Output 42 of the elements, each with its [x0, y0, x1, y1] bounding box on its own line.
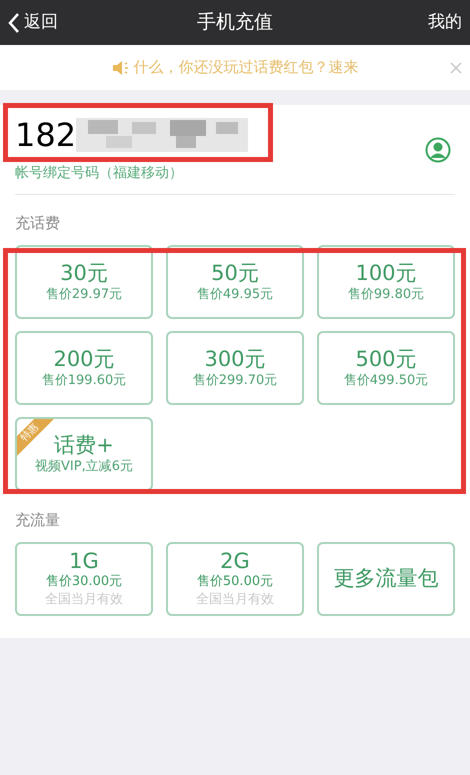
tile-amount: 100元: [355, 260, 417, 286]
amount-tile[interactable]: 500元 售价499.50元: [317, 331, 455, 405]
tile-price: 售价49.95元: [196, 286, 274, 304]
amount-tile[interactable]: 100元 售价99.80元: [317, 245, 455, 319]
tile-amount: 500元: [355, 346, 417, 372]
amount-tile[interactable]: 300元 售价299.70元: [166, 331, 304, 405]
section-heading: 充话费: [15, 214, 60, 232]
tile-note: 全国当月有效: [196, 591, 274, 608]
section-heading: 充流量: [15, 510, 61, 531]
tile-amount: 300元: [204, 346, 266, 372]
amount-tile[interactable]: 200元 售价199.60元: [15, 331, 153, 405]
notice-text: 什么，你还没玩过话费红包？速来: [134, 57, 358, 78]
tile-price: 售价30.00元: [46, 573, 122, 591]
tile-amount: 200元: [53, 346, 115, 372]
tile-price: 视频VIP,立减6元: [35, 458, 133, 476]
tile-price: 售价29.97元: [46, 286, 122, 304]
amount-tile[interactable]: 50元 售价49.95元: [166, 245, 304, 319]
tile-amount: 话费+: [54, 432, 114, 458]
amount-tile[interactable]: 特惠 话费+ 视频VIP,立减6元: [15, 417, 153, 491]
tile-price: 售价299.70元: [192, 372, 278, 390]
close-icon[interactable]: [450, 62, 462, 74]
tile-price: 售价50.00元: [196, 573, 274, 591]
tile-note: 全国当月有效: [45, 591, 123, 608]
phone-number-field[interactable]: 182: [15, 115, 76, 155]
tile-price: 售价199.60元: [42, 372, 126, 390]
data-package-tile[interactable]: 2G 售价50.00元 全国当月有效: [166, 542, 304, 616]
speaker-icon: [112, 60, 130, 74]
back-chevron-icon: [8, 12, 20, 34]
tile-amount: 50元: [211, 260, 259, 286]
page-title: 手机充值: [197, 10, 273, 36]
more-packages-tile[interactable]: 更多流量包: [317, 542, 455, 616]
data-package-tile[interactable]: 1G 售价30.00元 全国当月有效: [15, 542, 153, 616]
tile-amount: 1G: [69, 549, 99, 573]
back-button[interactable]: 返回: [8, 10, 58, 36]
amount-tile[interactable]: 30元 售价29.97元: [15, 245, 153, 319]
tile-amount: 2G: [220, 549, 250, 573]
tile-amount: 30元: [60, 260, 108, 286]
account-caption: 帐号绑定号码（福建移动）: [15, 164, 184, 183]
contact-icon[interactable]: [425, 136, 451, 162]
tile-price: 售价99.80元: [348, 286, 424, 304]
mine-link[interactable]: 我的: [428, 10, 462, 36]
tile-price: 售价499.50元: [344, 372, 428, 390]
